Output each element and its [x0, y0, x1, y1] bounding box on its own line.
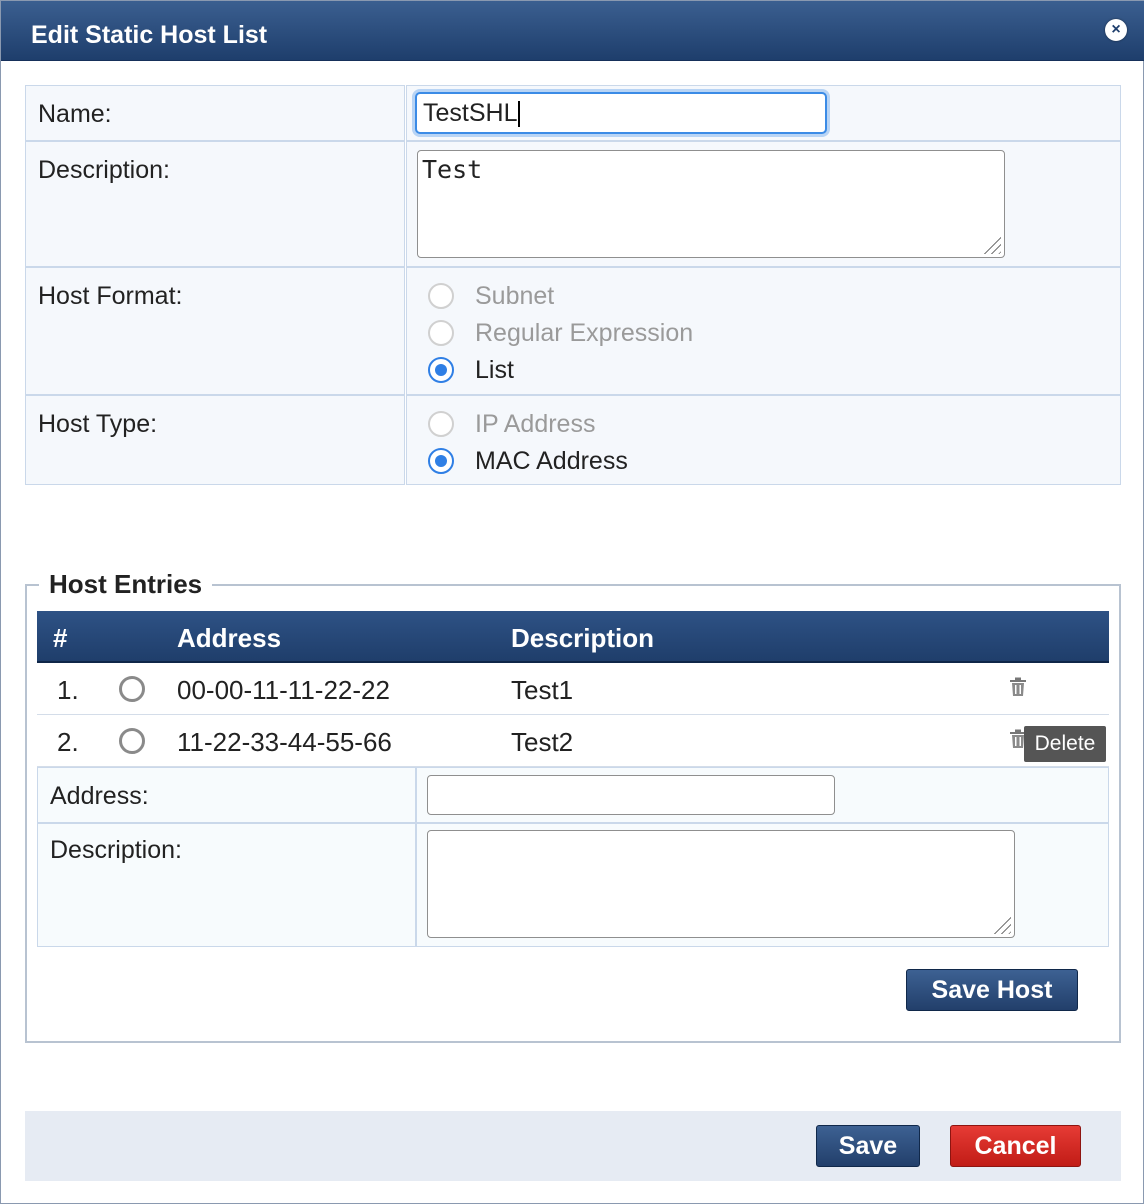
save-host-button[interactable]: Save Host — [906, 969, 1078, 1011]
host-type-mac-label: MAC Address — [475, 447, 628, 475]
resize-grip-icon[interactable] — [989, 912, 1011, 934]
host-format-subnet-label: Subnet — [475, 282, 555, 310]
column-header-index: # — [53, 623, 68, 653]
row-address: 11-22-33-44-55-66 — [177, 727, 392, 757]
host-format-label: Host Format: — [38, 282, 183, 310]
row-description: Test2 — [511, 727, 574, 757]
name-label-cell: Name: — [25, 85, 405, 141]
row-select-radio[interactable] — [119, 676, 145, 702]
resize-grip-icon[interactable] — [979, 232, 1001, 254]
entry-address-label-cell: Address: — [37, 767, 416, 823]
host-type-label: Host Type: — [38, 410, 158, 438]
host-type-options-cell: IP Address MAC Address — [406, 395, 1121, 485]
text-caret — [518, 101, 521, 128]
dialog-titlebar: Edit Static Host List × — [1, 1, 1144, 61]
host-format-regex-radio[interactable] — [428, 320, 454, 346]
description-textarea-value: Test — [422, 155, 483, 184]
host-format-regex-label: Regular Expression — [475, 319, 694, 347]
description-label: Description: — [38, 156, 170, 184]
host-format-options-cell: Subnet Regular Expression List — [406, 267, 1121, 395]
description-value-cell: Test — [406, 141, 1121, 267]
table-row[interactable]: 2. 11-22-33-44-55-66 Test2 — [37, 715, 1109, 767]
row-index: 1. — [57, 675, 79, 705]
host-type-mac-radio[interactable] — [428, 448, 454, 474]
host-format-list-radio[interactable] — [428, 357, 454, 383]
trash-icon[interactable] — [1009, 677, 1027, 697]
table-row[interactable]: 1. 00-00-11-11-22-22 Test1 — [37, 663, 1109, 715]
row-address: 00-00-11-11-22-22 — [177, 675, 390, 705]
column-header-address: Address — [177, 623, 282, 653]
cancel-button[interactable]: Cancel — [950, 1125, 1081, 1167]
dialog-title: Edit Static Host List — [31, 21, 268, 49]
entry-description-value-cell — [416, 823, 1109, 947]
name-label: Name: — [38, 100, 112, 128]
host-entries-legend: Host Entries — [49, 569, 203, 599]
entry-address-input[interactable] — [427, 775, 835, 815]
entry-description-textarea[interactable] — [427, 830, 1015, 938]
host-type-ip-label: IP Address — [475, 410, 596, 438]
entry-description-label-cell: Description: — [37, 823, 416, 947]
entry-address-label: Address: — [50, 782, 149, 810]
entry-description-label: Description: — [50, 836, 182, 864]
row-index: 2. — [57, 727, 79, 757]
row-select-radio[interactable] — [119, 728, 145, 754]
close-icon[interactable]: × — [1105, 19, 1127, 41]
description-textarea[interactable]: Test — [417, 150, 1005, 258]
save-button[interactable]: Save — [816, 1125, 920, 1167]
name-input-value: TestSHL — [423, 99, 518, 127]
host-format-label-cell: Host Format: — [25, 267, 405, 395]
edit-static-host-list-dialog: Edit Static Host List × Name: TestSHL De… — [0, 0, 1144, 1204]
host-entries-table-header: # Address Description — [37, 611, 1109, 663]
host-type-ip-radio[interactable] — [428, 411, 454, 437]
entry-address-value-cell — [416, 767, 1109, 823]
description-label-cell: Description: — [25, 141, 405, 267]
name-input[interactable]: TestSHL — [415, 92, 827, 134]
host-type-label-cell: Host Type: — [25, 395, 405, 485]
delete-tooltip: Delete — [1024, 726, 1106, 762]
column-header-description: Description — [511, 623, 655, 653]
row-description: Test1 — [511, 675, 574, 705]
name-value-cell: TestSHL — [406, 85, 1121, 141]
host-format-list-label: List — [475, 356, 514, 384]
host-format-subnet-radio[interactable] — [428, 283, 454, 309]
